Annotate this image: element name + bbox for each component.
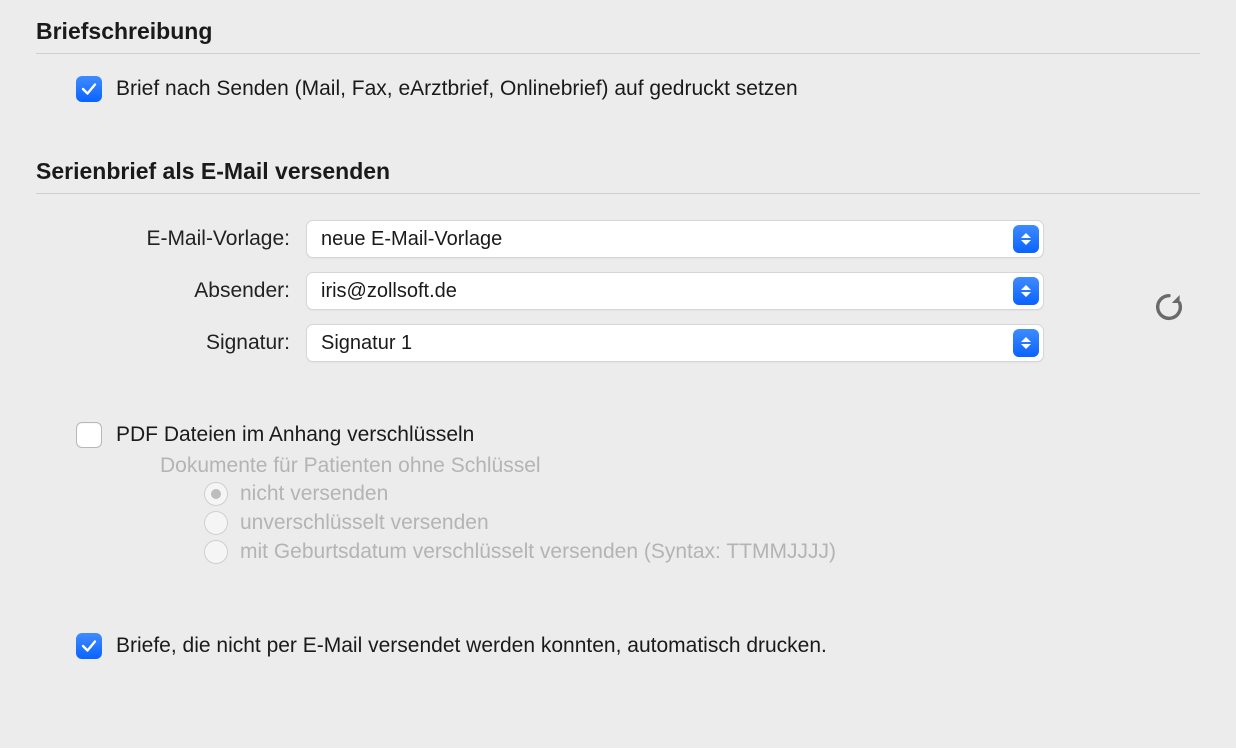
- dropdown-sender[interactable]: iris@zollsoft.de: [306, 272, 1044, 310]
- label-radio-geburtsdatum: mit Geburtsdatum verschlüsselt versenden…: [240, 540, 836, 564]
- label-sender: Absender:: [36, 279, 306, 303]
- label-auto-print: Briefe, die nicht per E-Mail versendet w…: [116, 634, 827, 658]
- label-email-template: E-Mail-Vorlage:: [36, 227, 306, 251]
- refresh-icon: [1152, 290, 1186, 324]
- dropdown-signature[interactable]: Signatur 1: [306, 324, 1044, 362]
- radio-geburtsdatum[interactable]: [204, 540, 228, 564]
- section-heading-serienbrief: Serienbrief als E-Mail versenden: [36, 140, 1200, 194]
- chevron-updown-icon: [1013, 225, 1039, 253]
- label-encrypt-pdf: PDF Dateien im Anhang verschlüsseln: [116, 423, 474, 447]
- radio-row-geburtsdatum: mit Geburtsdatum verschlüsselt versenden…: [204, 540, 1200, 564]
- chevron-updown-icon: [1013, 277, 1039, 305]
- row-signature: Signatur: Signatur 1: [36, 324, 1200, 362]
- label-radio-nicht-versenden: nicht versenden: [240, 482, 388, 506]
- value-signature: Signatur 1: [321, 332, 412, 355]
- label-signature: Signatur:: [36, 331, 306, 355]
- refresh-button[interactable]: [1152, 290, 1186, 330]
- row-auto-print: Briefe, die nicht per E-Mail versendet w…: [76, 633, 1200, 659]
- subheading-patients-without-key: Dokumente für Patienten ohne Schlüssel: [160, 454, 1200, 478]
- dropdown-email-template[interactable]: neue E-Mail-Vorlage: [306, 220, 1044, 258]
- group-patients-without-key: Dokumente für Patienten ohne Schlüssel n…: [160, 454, 1200, 564]
- section-heading-briefschreibung: Briefschreibung: [36, 0, 1200, 54]
- check-icon: [80, 637, 98, 655]
- checkbox-brief-after-send[interactable]: [76, 76, 102, 102]
- radio-nicht-versenden[interactable]: [204, 482, 228, 506]
- radio-row-unverschluesselt: unverschlüsselt versenden: [204, 511, 1200, 535]
- label-brief-after-send: Brief nach Senden (Mail, Fax, eArztbrief…: [116, 77, 798, 101]
- radio-row-nicht-versenden: nicht versenden: [204, 482, 1200, 506]
- value-email-template: neue E-Mail-Vorlage: [321, 228, 502, 251]
- chevron-updown-icon: [1013, 329, 1039, 357]
- label-radio-unverschluesselt: unverschlüsselt versenden: [240, 511, 489, 535]
- checkbox-encrypt-pdf[interactable]: [76, 422, 102, 448]
- radio-unverschluesselt[interactable]: [204, 511, 228, 535]
- value-sender: iris@zollsoft.de: [321, 280, 457, 303]
- row-email-template: E-Mail-Vorlage: neue E-Mail-Vorlage: [36, 220, 1200, 258]
- check-icon: [80, 80, 98, 98]
- row-sender: Absender: iris@zollsoft.de: [36, 272, 1200, 310]
- checkbox-auto-print[interactable]: [76, 633, 102, 659]
- row-encrypt-pdf: PDF Dateien im Anhang verschlüsseln: [76, 422, 1200, 448]
- row-brief-after-send: Brief nach Senden (Mail, Fax, eArztbrief…: [76, 76, 1200, 102]
